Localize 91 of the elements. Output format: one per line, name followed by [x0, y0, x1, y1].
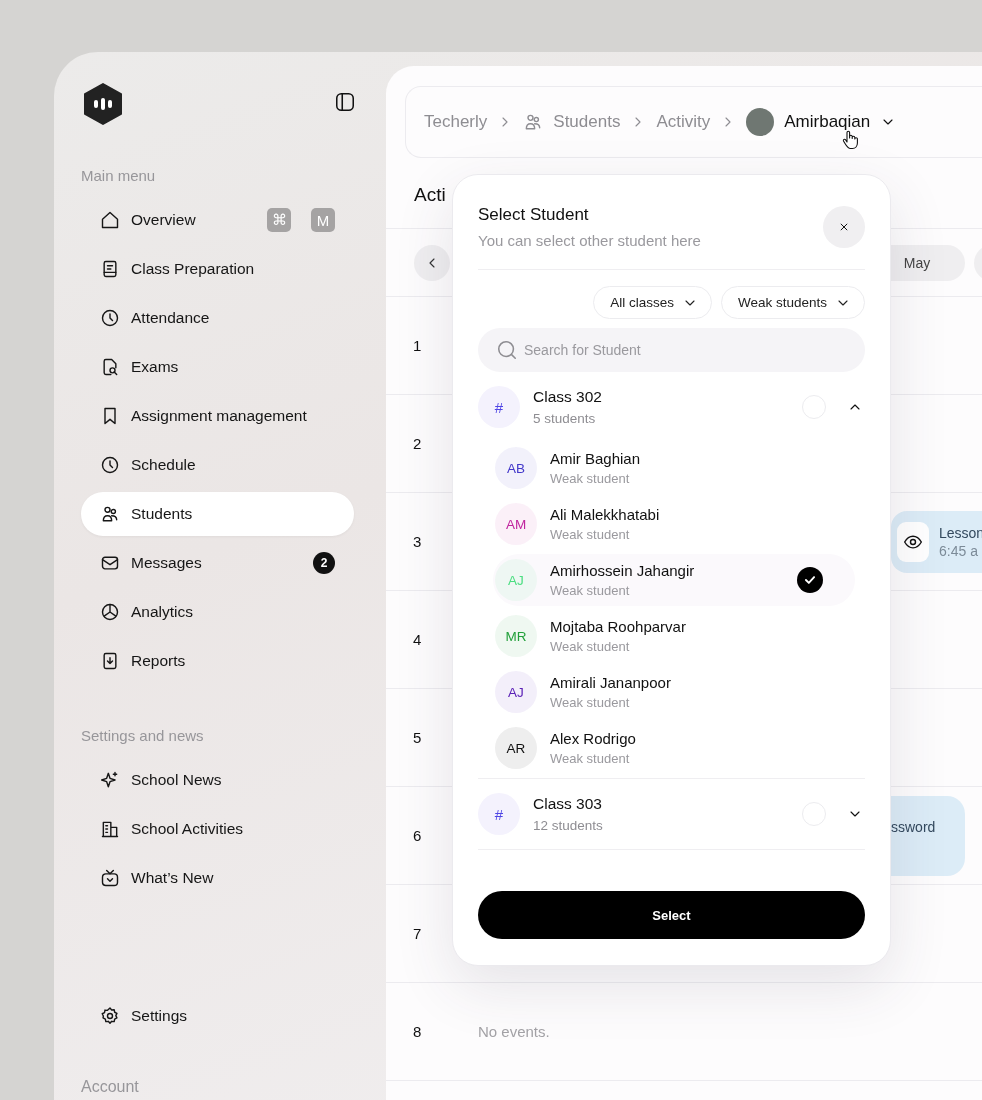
dialog-title: Select Student	[478, 205, 590, 225]
building-icon	[100, 819, 120, 839]
shortcut-key: M	[311, 208, 335, 232]
sidebar-item[interactable]: School News	[81, 758, 354, 802]
filter-dropdown[interactable]: Weak students	[720, 286, 865, 319]
event-time: 6:45 a	[939, 542, 979, 559]
check-icon	[797, 567, 823, 593]
sidebar-item[interactable]: Analytics	[81, 590, 354, 634]
search-icon	[496, 339, 518, 361]
sidebar-item[interactable]: Schedule	[81, 443, 354, 487]
clock-icon	[100, 308, 120, 328]
class-icon: #	[478, 386, 520, 428]
class-icon: #	[478, 793, 520, 835]
document-icon	[100, 259, 120, 279]
student-count: 5 students	[533, 411, 597, 426]
row-number: 2	[412, 435, 423, 452]
student-note: Weak student	[550, 583, 631, 598]
avatar-initials: AM	[495, 503, 537, 545]
search-field[interactable]: Search for Student	[478, 328, 865, 372]
class-name: Class 302	[533, 388, 603, 406]
avatar-initials: MR	[495, 615, 537, 657]
row-number: 4	[412, 631, 423, 648]
pie-chart-icon	[100, 602, 120, 622]
student-note: Weak student	[550, 471, 631, 486]
people-icon	[100, 504, 120, 524]
student-note: Weak student	[550, 639, 631, 654]
empty-state-text: No events.	[478, 1023, 550, 1040]
envelope-icon	[100, 553, 120, 573]
class-name: Class 303	[533, 795, 603, 813]
student-name: Mojtaba Roohparvar	[550, 618, 687, 635]
hand-cursor-icon	[842, 130, 860, 150]
section-label: Account	[81, 1078, 140, 1096]
student-item[interactable]: AR Alex Rodrigo Weak student	[493, 722, 855, 774]
filter-dropdown[interactable]: All classes	[593, 286, 712, 319]
sidebar-item[interactable]: Settings	[81, 994, 354, 1038]
event-card[interactable]: ssword	[891, 795, 965, 876]
sidebar-item[interactable]: Class Preparation	[81, 247, 354, 291]
close-button[interactable]	[823, 206, 865, 248]
student-item[interactable]: MR Mojtaba Roohparvar Weak student	[493, 610, 855, 662]
sidebar-toggle-icon	[334, 91, 356, 113]
breadcrumb-current[interactable]: Amirbaqian	[784, 112, 871, 132]
row-number: 8	[412, 1023, 423, 1040]
dialog-subtitle: You can select other student here	[478, 232, 701, 249]
clock-icon	[100, 455, 120, 475]
student-note: Weak student	[550, 695, 631, 710]
student-item[interactable]: AJ Amirhossein Jahangir Weak student	[493, 554, 855, 606]
avatar-initials: AJ	[495, 559, 537, 601]
row-number: 5	[412, 729, 423, 746]
select-button[interactable]: Select	[478, 891, 865, 939]
sidebar-item[interactable]: Reports	[81, 639, 354, 683]
shortcut-key: ⌘	[267, 208, 291, 232]
student-name: Ali Malekkhatabi	[550, 506, 661, 523]
student-name: Alex Rodrigo	[550, 730, 637, 747]
view-button[interactable]	[897, 521, 929, 562]
event-title: ssword	[891, 818, 936, 835]
sidebar-item[interactable]: What’s New	[81, 856, 354, 900]
section-label: Main menu	[81, 167, 157, 184]
sidebar-item[interactable]: Attendance	[81, 296, 354, 340]
logo-icon	[82, 83, 124, 125]
home-icon	[100, 210, 120, 230]
student-name: Amirhossein Jahangir	[550, 562, 696, 579]
student-item[interactable]: AM Ali Malekkhatabi Weak student	[493, 498, 855, 550]
student-item[interactable]: AJ Amirali Jananpoor Weak student	[493, 666, 855, 718]
sparkle-icon	[100, 770, 120, 790]
previous-button[interactable]	[414, 244, 450, 281]
avatar-initials: AR	[495, 727, 537, 769]
sidebar-item[interactable]: Students	[81, 492, 354, 536]
section-label: Settings and news	[81, 727, 205, 744]
student-item[interactable]: AB Amir Baghian Weak student	[493, 442, 855, 494]
download-document-icon	[100, 651, 120, 671]
sidebar-item[interactable]: Assignment management	[81, 394, 354, 438]
student-note: Weak student	[550, 527, 631, 542]
student-note: Weak student	[550, 751, 631, 766]
sidebar-item[interactable]: Messages 2	[81, 541, 354, 585]
sidebar-item[interactable]: Overview ⌘ M	[81, 198, 354, 242]
row-number: 6	[412, 827, 423, 844]
student-name: Amirali Jananpoor	[550, 674, 672, 691]
avatar-initials: AJ	[495, 671, 537, 713]
avatar-photo-placeholder	[746, 108, 775, 136]
row-number: 1	[412, 337, 423, 354]
student-count: 12 students	[533, 818, 604, 833]
sidebar-item[interactable]: School Activities	[81, 807, 354, 851]
document-search-icon	[100, 357, 120, 377]
row-number: 7	[412, 925, 423, 942]
count-badge: 2	[313, 552, 335, 574]
sidebar-item[interactable]: Exams	[81, 345, 354, 389]
student-name: Amir Baghian	[550, 450, 642, 467]
settings-icon	[100, 1006, 120, 1026]
row-number: 3	[412, 533, 423, 550]
avatar-initials: AB	[495, 447, 537, 489]
tv-icon	[100, 868, 120, 888]
